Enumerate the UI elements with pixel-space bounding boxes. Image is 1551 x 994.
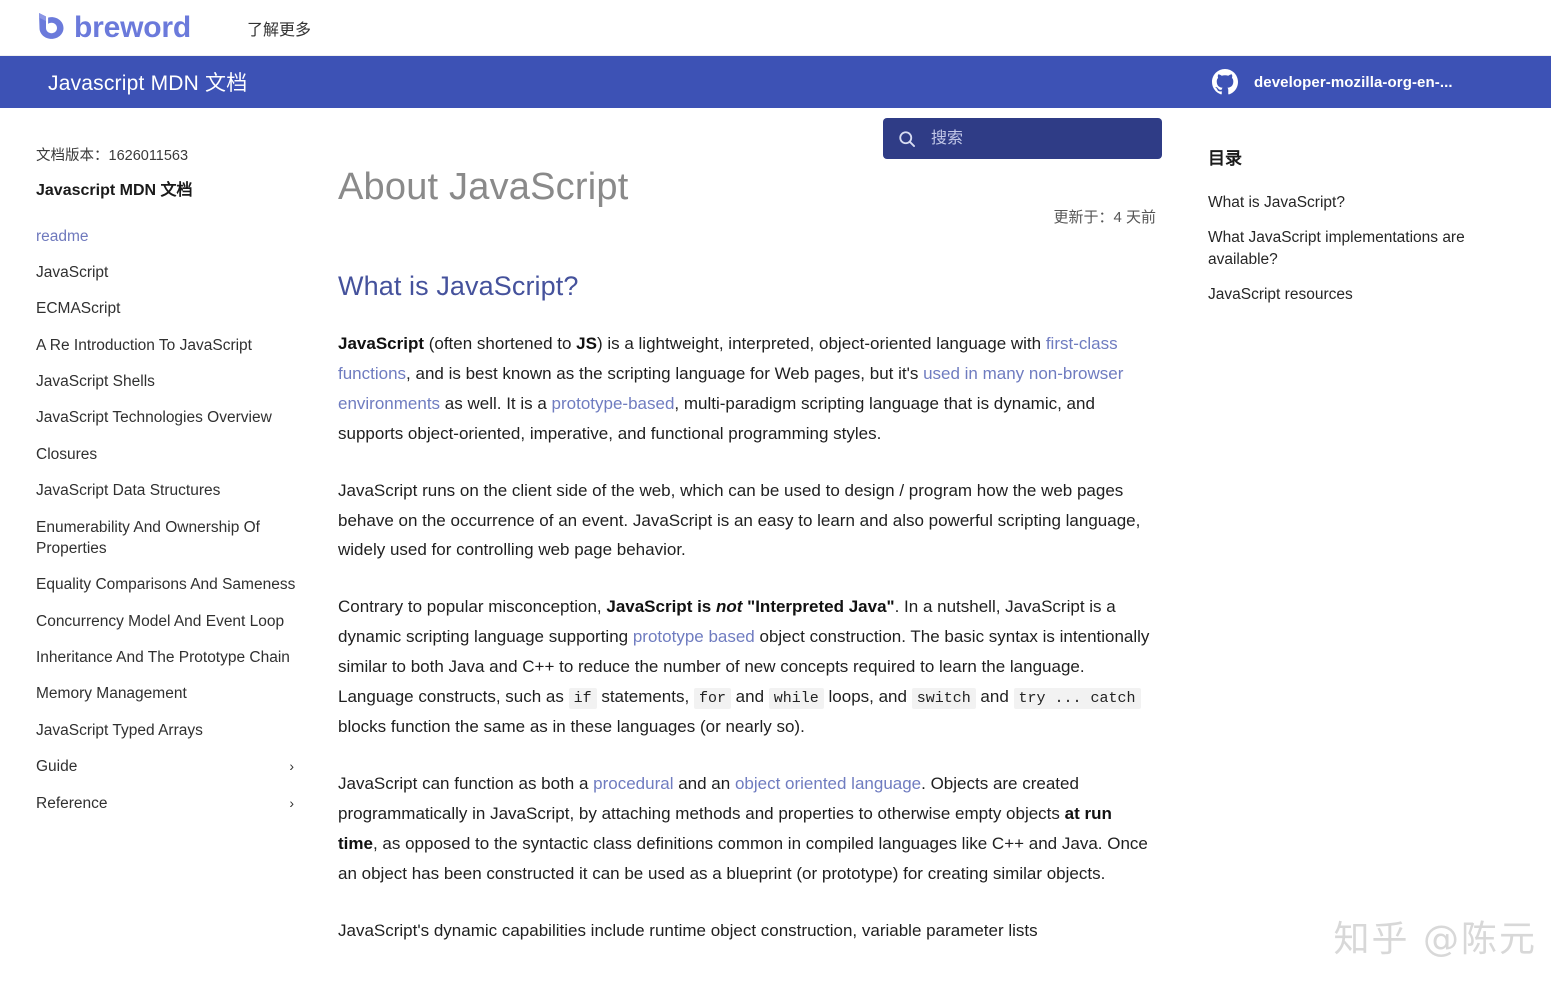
paragraph-2: JavaScript runs on the client side of th… xyxy=(338,480,1141,560)
main-content: 更新于：4 天前 About JavaScript What is JavaSc… xyxy=(330,108,1196,994)
sidebar-item-javascript-typed-arrays[interactable]: JavaScript Typed Arrays xyxy=(36,712,296,748)
sidebar-item-equality-comparisons-and-sameness[interactable]: Equality Comparisons And Sameness xyxy=(36,567,296,603)
sidebar-item-closures[interactable]: Closures xyxy=(36,436,296,472)
code-for: for xyxy=(693,688,731,710)
paragraph-4: JavaScript can function as both a proced… xyxy=(338,769,1156,889)
learn-more-link[interactable]: 了解更多 xyxy=(247,16,311,40)
sidebar-item-javascript[interactable]: JavaScript xyxy=(36,254,296,290)
toc-item-what-is-javascript[interactable]: What is JavaScript? xyxy=(1208,185,1521,220)
chevron-right-icon[interactable]: › xyxy=(289,793,294,813)
page-title: About JavaScript xyxy=(338,166,629,208)
p3-text-8: blocks function the same as in these lan… xyxy=(338,717,805,737)
link-prototype-based[interactable]: prototype-based xyxy=(552,394,675,413)
p1-text-5: , and is best known as the scripting lan… xyxy=(406,363,924,383)
brand-bar: breword 了解更多 xyxy=(0,0,1551,56)
code-try-catch: try ... catch xyxy=(1013,688,1141,710)
chevron-right-icon[interactable]: › xyxy=(289,756,294,776)
sidebar-item-a-re-introduction-to-javascript[interactable]: A Re Introduction To JavaScript xyxy=(36,327,296,363)
p4-text-2: and an xyxy=(673,774,735,794)
sidebar-item-guide[interactable]: Guide › xyxy=(36,749,296,785)
sidebar-item-memory-management[interactable]: Memory Management xyxy=(36,676,296,712)
sidebar-item-label: JavaScript xyxy=(36,263,109,281)
paragraph-3: Contrary to popular misconception, JavaS… xyxy=(338,592,1156,742)
sidebar-item-label: JavaScript Data Structures xyxy=(36,482,221,500)
paragraph-1: JavaScript (often shortened to JS) is a … xyxy=(338,329,1156,449)
page-body: 文档版本：1626011563 Javascript MDN 文档 readme… xyxy=(0,108,1551,994)
sidebar-item-enumerability-and-ownership-of-properties[interactable]: Enumerability And Ownership Of Propertie… xyxy=(36,509,296,567)
code-if: if xyxy=(568,688,597,710)
last-updated-label: 更新于：4 天前 xyxy=(1053,209,1156,226)
github-repo-link[interactable]: developer-mozilla-org-en-... xyxy=(1212,69,1453,95)
sidebar-item-javascript-data-structures[interactable]: JavaScript Data Structures xyxy=(36,473,296,509)
toc-item-what-javascript-implementations-are-available[interactable]: What JavaScript implementations are avai… xyxy=(1208,220,1521,277)
p4-text-1: JavaScript can function as both a xyxy=(338,774,594,794)
sidebar-title: Javascript MDN 文档 xyxy=(36,182,193,199)
p3-text-7: and xyxy=(975,687,1014,707)
sidebar-item-label: JavaScript Typed Arrays xyxy=(36,721,203,739)
toc-item-javascript-resources[interactable]: JavaScript resources xyxy=(1208,277,1521,312)
sidebar-item-label: JavaScript Technologies Overview xyxy=(36,409,272,427)
sidebar-item-label: Enumerability And Ownership Of Propertie… xyxy=(36,518,260,557)
toc-title: 目录 xyxy=(1208,149,1242,168)
link-prototype-based-2[interactable]: prototype based xyxy=(633,627,755,646)
p3-text-5: and xyxy=(730,687,769,707)
section-heading-what-is-javascript[interactable]: What is JavaScript? xyxy=(338,271,1156,302)
sidebar-item-javascript-technologies-overview[interactable]: JavaScript Technologies Overview xyxy=(36,400,296,436)
table-of-contents: 目录 What is JavaScript? What JavaScript im… xyxy=(1196,108,1551,994)
sidebar-item-label: Reference xyxy=(36,794,108,812)
sidebar-item-label: Concurrency Model And Event Loop xyxy=(36,612,285,630)
code-while: while xyxy=(768,688,824,710)
sidebar-item-label: Memory Management xyxy=(36,685,187,703)
p1-text-6: as well. It is a xyxy=(440,393,552,413)
sidebar-nav: readme JavaScript ECMAScript A Re Introduct… xyxy=(36,218,296,821)
left-sidebar: 文档版本：1626011563 Javascript MDN 文档 readme… xyxy=(0,108,330,994)
sidebar-item-concurrency-model-and-event-loop[interactable]: Concurrency Model And Event Loop xyxy=(36,603,296,639)
code-switch: switch xyxy=(911,688,976,710)
p1-bold-javascript: JavaScript xyxy=(338,334,424,353)
link-object-oriented-language[interactable]: object oriented language xyxy=(735,774,921,793)
link-procedural[interactable]: procedural xyxy=(593,774,673,793)
sidebar-item-reference[interactable]: Reference › xyxy=(36,785,296,821)
sidebar-item-label: Guide xyxy=(36,758,78,776)
doc-version-label: 文档版本：1626011563 xyxy=(36,148,189,164)
sidebar-item-label: JavaScript Shells xyxy=(36,373,155,390)
p1-text-4: ) is a lightweight, interpreted, object-… xyxy=(596,334,1046,353)
sidebar-item-label: readme xyxy=(36,227,89,245)
sidebar-item-label: Closures xyxy=(36,445,98,463)
p3-bold-1: JavaScript is xyxy=(606,597,716,617)
sidebar-item-readme[interactable]: readme xyxy=(36,218,296,254)
github-icon xyxy=(1212,69,1238,95)
p3-text-6: loops, and xyxy=(823,687,912,707)
breword-logo-icon xyxy=(39,12,64,39)
breword-logo[interactable]: breword xyxy=(36,11,191,45)
top-nav-bar: Javascript MDN 文档 developer-mozilla-org-… xyxy=(0,56,1551,159)
paragraph-5: JavaScript's dynamic capabilities includ… xyxy=(338,920,1038,940)
p1-bold-js: JS xyxy=(576,334,597,353)
p3-italic-not: not xyxy=(715,597,743,617)
sidebar-item-inheritance-and-the-prototype-chain[interactable]: Inheritance And The Prototype Chain xyxy=(36,640,296,676)
sidebar-item-label: Equality Comparisons And Sameness xyxy=(36,576,296,594)
breword-logo-text: breword xyxy=(74,10,191,44)
sidebar-item-ecmascript[interactable]: ECMAScript xyxy=(36,291,296,327)
toc-list: What is JavaScript? What JavaScript imple… xyxy=(1208,185,1521,313)
p3-text-4: statements, xyxy=(596,687,694,707)
nav-doc-title: Javascript MDN 文档 xyxy=(48,72,248,95)
p1-text-2: (often shortened to xyxy=(424,334,577,353)
p4-text-4: , as opposed to the syntactic class defi… xyxy=(338,834,1148,884)
sidebar-item-label: ECMAScript xyxy=(36,300,121,318)
p3-text-1: Contrary to popular misconception, xyxy=(338,597,607,617)
github-repo-name: developer-mozilla-org-en-... xyxy=(1254,73,1453,91)
p3-bold-2: "Interpreted Java" xyxy=(742,597,895,617)
sidebar-item-javascript-shells[interactable]: JavaScript Shells xyxy=(36,364,296,400)
sidebar-item-label: Inheritance And The Prototype Chain xyxy=(36,649,290,666)
sidebar-item-label: A Re Introduction To JavaScript xyxy=(36,336,252,354)
